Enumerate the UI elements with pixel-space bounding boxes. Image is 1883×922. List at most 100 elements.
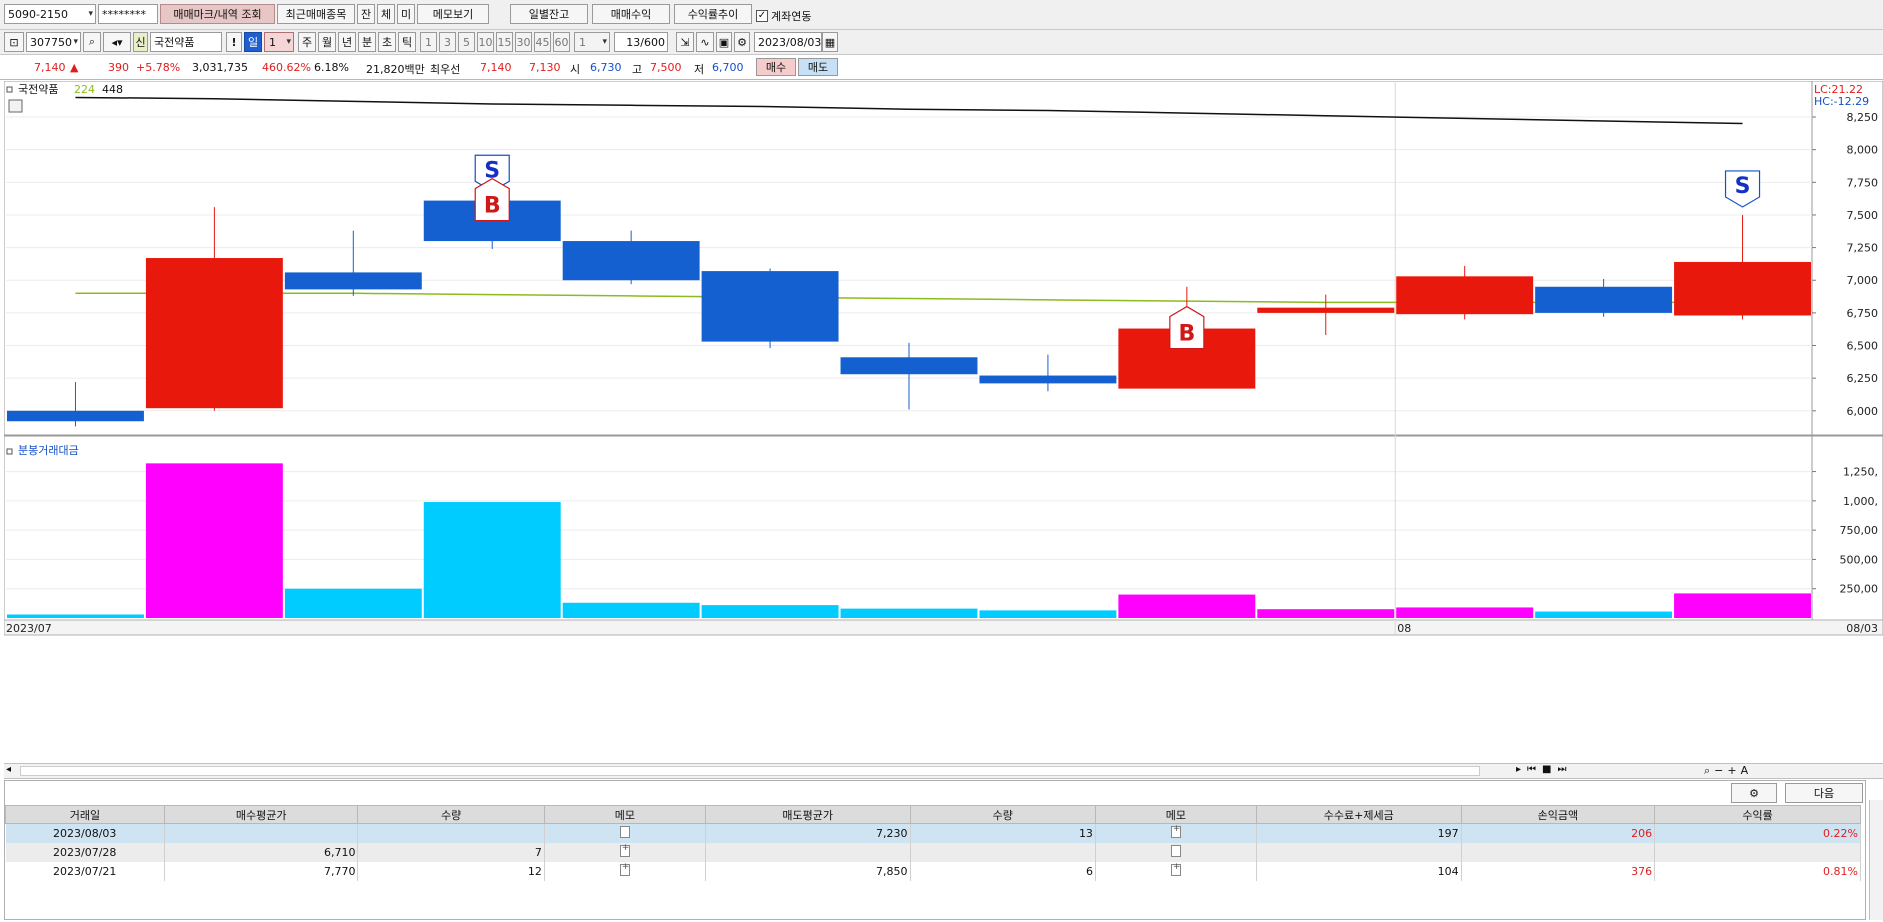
filled-button[interactable]: 체 <box>377 4 395 24</box>
period-week-button[interactable]: 주 <box>298 32 316 52</box>
period-day-button[interactable]: 일 <box>244 32 262 52</box>
buy-memo-icon[interactable] <box>544 842 706 862</box>
price-tick-label: 7,000 <box>1847 274 1879 287</box>
password-field[interactable]: ******** <box>98 4 158 24</box>
trade-mark-lookup-button[interactable]: 매매마크/내역 조회 <box>160 4 275 24</box>
minute-5-button[interactable]: 5 <box>458 32 475 52</box>
date-field[interactable]: 2023/08/03 <box>754 32 822 52</box>
x-label-month: 08 <box>1397 622 1411 635</box>
balance-button[interactable]: 잔 <box>357 4 375 24</box>
zoom-controls-icon[interactable]: ⌕−+A <box>1704 764 1752 778</box>
col-sell-qty[interactable]: 수량 <box>909 805 1096 824</box>
period-tick-button[interactable]: 틱 <box>398 32 416 52</box>
settings-icon[interactable]: ⚙ <box>1731 783 1777 803</box>
volume-tick-label: 500,00 <box>1840 553 1879 566</box>
display-count-field[interactable]: 13/600 <box>614 32 668 52</box>
stock-code-input[interactable]: 307750 <box>26 32 81 52</box>
account-link-checkbox[interactable]: ✓ 계좌연동 <box>756 8 811 24</box>
credit-badge: 신 <box>133 32 148 52</box>
table-row[interactable]: 2023/07/21 7,770 12 7,850 6 104 376 0.81… <box>5 861 1861 881</box>
volume-tick-label: 1,000, <box>1843 495 1878 508</box>
candle-body <box>979 375 1117 384</box>
col-return[interactable]: 수익률 <box>1654 805 1861 824</box>
zoom-icon[interactable]: ⇲ <box>676 32 694 52</box>
account-select[interactable]: 5090-2150 <box>4 4 96 24</box>
col-buy-qty[interactable]: 수량 <box>357 805 545 824</box>
gear-icon[interactable]: ⚙ <box>734 32 750 52</box>
sell-memo-icon[interactable] <box>1095 861 1257 881</box>
x-label-end: 08/03 <box>1846 622 1878 635</box>
table-row[interactable]: 2023/07/28 6,710 7 <box>5 842 1861 862</box>
sell-avg: 7,230 <box>705 823 911 843</box>
open-label: 시 <box>570 63 581 76</box>
volume-bar <box>701 605 839 618</box>
search-icon[interactable]: ⌕ <box>83 32 101 52</box>
minute-15-button[interactable]: 15 <box>496 32 513 52</box>
col-pnl[interactable]: 손익금액 <box>1460 805 1656 824</box>
sell-memo-icon[interactable] <box>1095 823 1257 843</box>
buy-memo-icon[interactable] <box>544 861 706 881</box>
minute-10-button[interactable]: 10 <box>477 32 494 52</box>
volume-bar <box>562 602 700 618</box>
minute-1-button[interactable]: 1 <box>420 32 437 52</box>
save-icon[interactable]: ▣ <box>716 32 732 52</box>
buy-qty <box>357 823 545 843</box>
scroll-left-icon[interactable]: ◂ <box>6 764 11 775</box>
chart-menu-icon[interactable]: ⊡ <box>4 32 24 52</box>
col-fee[interactable]: 수수료+제세금 <box>1255 805 1462 824</box>
volume-bar <box>1674 593 1811 618</box>
sell-button[interactable]: 매도 <box>798 58 838 76</box>
price-tick-label: 6,750 <box>1847 307 1879 320</box>
volume-bar <box>1257 609 1395 618</box>
symbol-toolbar: ⊡ 307750 ⌕ ◂▾ 신 국전약품 ! 일 1 주 월 년 분 초 틱 1… <box>0 30 1883 55</box>
table-row[interactable]: 2023/08/03 7,230 13 197 206 0.22% <box>5 823 1861 843</box>
buy-memo-icon[interactable] <box>544 823 706 843</box>
fee: 104 <box>1256 861 1462 881</box>
playback-icons[interactable]: ▸⏮■⏭ <box>1516 764 1572 775</box>
x-axis-band <box>4 619 1883 636</box>
buy-button[interactable]: 매수 <box>756 58 796 76</box>
chart-scrollbar[interactable]: ◂ ▸⏮■⏭ ⌕−+A <box>4 763 1883 779</box>
recent-trades-button[interactable]: 최근매매종목 <box>277 4 355 24</box>
memo-view-button[interactable]: 메모보기 <box>417 4 489 24</box>
volume-tick-label: 750,00 <box>1840 524 1879 537</box>
display-count-total: /600 <box>640 35 665 49</box>
col-trade-date[interactable]: 거래일 <box>5 805 165 824</box>
buy-marker-label: B <box>1178 322 1195 347</box>
calendar-icon[interactable]: ▦ <box>822 32 838 52</box>
period-multiplier-select[interactable]: 1 <box>264 32 294 52</box>
minute-3-button[interactable]: 3 <box>439 32 456 52</box>
period-year-button[interactable]: 년 <box>338 32 356 52</box>
candle-body <box>1674 261 1811 316</box>
volume-bar <box>1535 611 1673 618</box>
minute-60-button[interactable]: 60 <box>553 32 570 52</box>
fee <box>1256 842 1462 862</box>
period-month-button[interactable]: 월 <box>318 32 336 52</box>
col-sell-avg[interactable]: 매도평균가 <box>704 805 911 824</box>
scroll-track[interactable] <box>20 766 1480 776</box>
return-rate: 0.22% <box>1654 823 1861 843</box>
table-scrollbar[interactable] <box>1869 800 1883 920</box>
period-minute-button[interactable]: 분 <box>358 32 376 52</box>
col-buy-avg[interactable]: 매수평균가 <box>163 805 359 824</box>
col-sell-memo[interactable]: 메모 <box>1094 805 1257 824</box>
period-second-button[interactable]: 초 <box>378 32 396 52</box>
minute-45-button[interactable]: 45 <box>534 32 551 52</box>
unfilled-button[interactable]: 미 <box>397 4 415 24</box>
minute-30-button[interactable]: 30 <box>515 32 532 52</box>
alert-button[interactable]: ! <box>226 32 242 52</box>
speaker-icon[interactable]: ◂▾ <box>103 32 131 52</box>
return-trend-button[interactable]: 수익률추이 <box>674 4 752 24</box>
buy-avg: 6,710 <box>164 842 359 862</box>
count-unit-select[interactable]: 1 <box>574 32 610 52</box>
daily-balance-button[interactable]: 일별잔고 <box>510 4 588 24</box>
fee: 197 <box>1256 823 1462 843</box>
line-tool-icon[interactable]: ∿ <box>696 32 714 52</box>
col-buy-memo[interactable]: 메모 <box>543 805 706 824</box>
chart-area[interactable]: 6,000 6,250 6,500 6,750 7,000 7,250 7,500 7,750… <box>4 81 1883 764</box>
stock-name-field[interactable]: 국전약품 <box>150 32 222 52</box>
next-button[interactable]: 다음 <box>1785 783 1863 803</box>
sell-memo-icon[interactable] <box>1095 842 1257 862</box>
trade-profit-button[interactable]: 매매수익 <box>592 4 670 24</box>
chart-canvas[interactable]: 6,000 6,250 6,500 6,750 7,000 7,250 7,500 7,750… <box>4 81 1883 764</box>
